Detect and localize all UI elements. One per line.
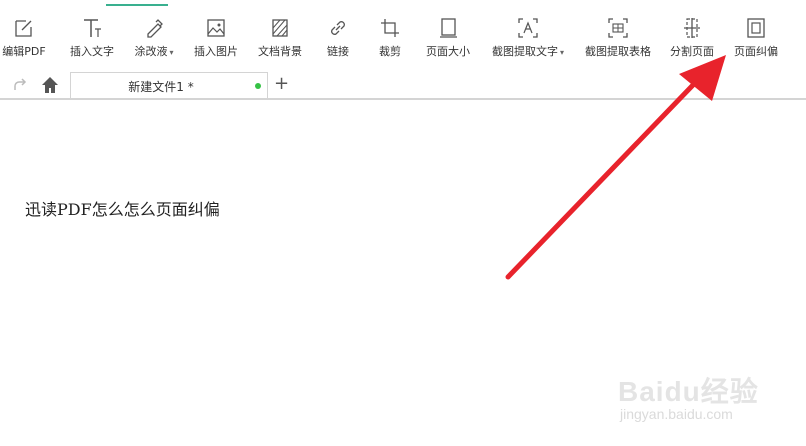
edit-pdf-label: 编辑PDF [2,45,46,58]
deskew-page-label: 页面纠偏 [734,45,778,58]
crop-label: 裁剪 [379,45,401,58]
page-size-icon [435,15,461,41]
insert-image-button[interactable]: 插入图片 [188,0,244,68]
deskew-page-button[interactable]: 页面纠偏 [728,0,784,68]
screenshot-table-icon [605,15,631,41]
link-icon [325,15,351,41]
split-page-label: 分割页面 [670,45,714,58]
tab-document[interactable]: 新建文件1 * [70,72,268,99]
insert-image-icon [203,15,229,41]
document-background-button[interactable]: 文档背景 [252,0,308,68]
page-size-label: 页面大小 [426,45,470,58]
link-label: 链接 [327,45,349,58]
document-text: 迅读PDF怎么怎么页面纠偏 [25,200,220,219]
split-page-button[interactable]: 分割页面 [664,0,720,68]
correction-pen-icon [141,15,167,41]
insert-text-label: 插入文字 [70,45,114,58]
deskew-page-icon [743,15,769,41]
edit-pdf-button[interactable]: 编辑PDF [0,0,48,68]
correction-fluid-label-wrap: 涂改液 ▾ [134,45,173,60]
link-button[interactable]: 链接 [322,0,354,68]
screenshot-table-label: 截图提取表格 [585,45,651,58]
document-background-label: 文档背景 [258,45,302,58]
insert-text-button[interactable]: 插入文字 [64,0,120,68]
screenshot-text-label-wrap: 截图提取文字 ▾ [492,45,564,60]
home-icon[interactable] [40,75,60,95]
correction-fluid-button[interactable]: 涂改液 ▾ [128,0,180,68]
correction-fluid-label: 涂改液 [134,45,168,58]
toolbar: 编辑PDF 插入文字 涂改液 ▾ 插入图片 文档背景 链接 裁剪 页面大小 截图… [0,0,806,68]
watermark-url: jingyan.baidu.com [620,406,733,422]
crop-button[interactable]: 裁剪 [374,0,406,68]
screenshot-text-icon [515,15,541,41]
insert-image-label: 插入图片 [194,45,238,58]
redo-icon[interactable] [10,75,30,95]
new-tab-button[interactable]: + [274,73,289,95]
insert-text-icon [79,15,105,41]
screenshot-table-button[interactable]: 截图提取表格 [580,0,656,68]
chevron-down-icon: ▾ [559,48,564,57]
crop-icon [377,15,403,41]
status-dot [255,83,261,89]
split-page-icon [679,15,705,41]
watermark-brand: Baidu经验 [618,376,759,407]
chevron-down-icon: ▾ [169,48,174,57]
screenshot-text-label: 截图提取文字 [491,45,558,58]
screenshot-text-button[interactable]: 截图提取文字 ▾ [486,0,570,68]
document-background-icon [267,15,293,41]
document-tab-title: 新建文件1 * [128,80,194,94]
edit-icon [11,15,37,41]
page-size-button[interactable]: 页面大小 [420,0,476,68]
watermark: Baidu经验 jingyan.baidu.com [614,356,764,430]
